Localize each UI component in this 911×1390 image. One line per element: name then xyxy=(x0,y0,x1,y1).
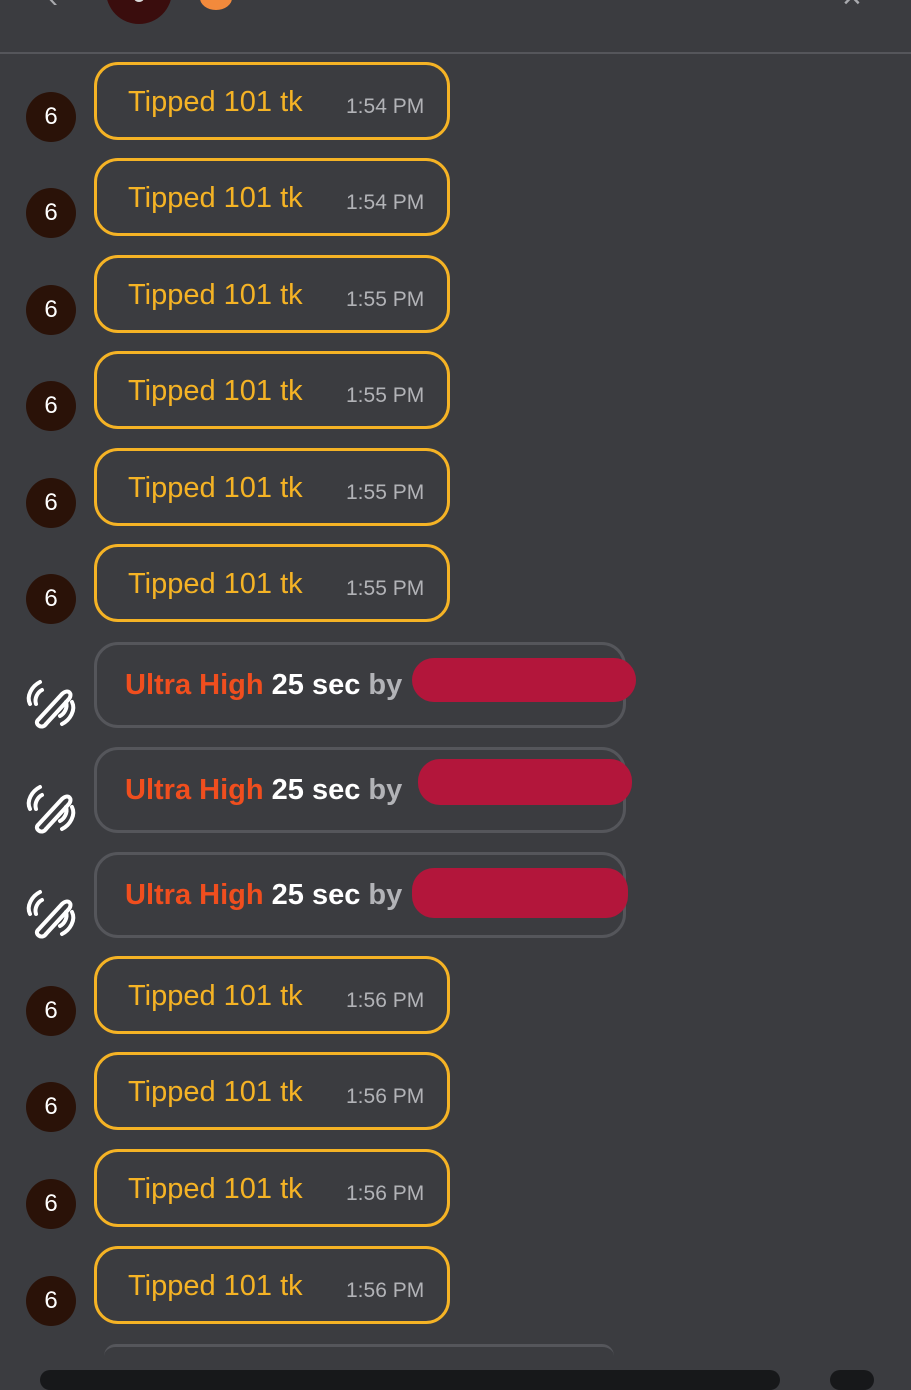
user-level-badge: 6 xyxy=(26,1276,76,1326)
tip-text: Tipped 101 tk xyxy=(128,86,303,118)
vibe-level: Ultra High xyxy=(125,879,264,911)
message-time: 1:54 PM xyxy=(346,191,425,214)
tip-text: Tipped 101 tk xyxy=(128,1173,303,1205)
redaction-mark xyxy=(418,759,632,805)
message-input-bar[interactable] xyxy=(40,1370,780,1390)
close-icon[interactable]: × xyxy=(842,0,862,17)
send-button[interactable] xyxy=(830,1370,874,1390)
vibe-duration: 25 sec xyxy=(271,774,361,806)
user-level-badge: 6 xyxy=(26,574,76,624)
user-level-badge: 6 xyxy=(26,92,76,142)
user-level-badge: 6 xyxy=(26,188,76,238)
user-level-badge: 6 xyxy=(26,381,76,431)
vibe-level: Ultra High xyxy=(125,669,264,701)
vibe-duration: 25 sec xyxy=(271,879,361,911)
partial-message-bubble xyxy=(104,1344,614,1357)
tip-bubble[interactable]: Tipped 101 tk 1:56 PM xyxy=(94,1052,450,1130)
tip-bubble[interactable]: Tipped 101 tk 1:55 PM xyxy=(94,544,450,622)
tip-bubble[interactable]: Tipped 101 tk 1:55 PM xyxy=(94,351,450,429)
message-time: 1:56 PM xyxy=(346,1085,425,1108)
tip-text: Tipped 101 tk xyxy=(128,472,303,504)
vibe-line: Ultra High 25 sec by xyxy=(125,669,402,702)
tip-text: Tipped 101 tk xyxy=(128,1270,303,1302)
message-time: 1:56 PM xyxy=(346,1279,425,1302)
tip-text: Tipped 101 tk xyxy=(128,980,303,1012)
user-level-badge: 6 xyxy=(26,478,76,528)
user-level-badge: 6 xyxy=(26,986,76,1036)
vibration-icon xyxy=(26,890,76,939)
vibe-level: Ultra High xyxy=(125,774,264,806)
tip-text: Tipped 101 tk xyxy=(128,279,303,311)
user-level-badge: 6 xyxy=(26,1179,76,1229)
status-indicator xyxy=(200,0,232,10)
tip-bubble[interactable]: Tipped 101 tk 1:54 PM xyxy=(94,62,450,140)
tip-text: Tipped 101 tk xyxy=(128,568,303,600)
tip-bubble[interactable]: Tipped 101 tk 1:54 PM xyxy=(94,158,450,236)
avatar[interactable] xyxy=(106,0,172,24)
tip-text: Tipped 101 tk xyxy=(128,375,303,407)
tip-bubble[interactable]: Tipped 101 tk 1:56 PM xyxy=(94,956,450,1034)
vibe-duration: 25 sec xyxy=(271,669,361,701)
user-level-badge: 6 xyxy=(26,1082,76,1132)
redaction-mark xyxy=(412,658,636,702)
vibe-by: by xyxy=(368,774,403,806)
tip-bubble[interactable]: Tipped 101 tk 1:56 PM xyxy=(94,1246,450,1324)
redaction-mark xyxy=(412,868,628,918)
tip-text: Tipped 101 tk xyxy=(128,1076,303,1108)
message-time: 1:55 PM xyxy=(346,481,425,504)
chevron-left-icon[interactable]: ‹ xyxy=(48,0,58,13)
tip-text: Tipped 101 tk xyxy=(128,182,303,214)
chat-header: ‹ × xyxy=(0,0,911,54)
tip-bubble[interactable]: Tipped 101 tk 1:56 PM xyxy=(94,1149,450,1227)
vibe-line: Ultra High 25 sec by xyxy=(125,879,402,912)
message-time: 1:56 PM xyxy=(346,1182,425,1205)
vibe-by: by xyxy=(368,669,403,701)
vibration-icon xyxy=(26,680,76,729)
vibe-by: by xyxy=(368,879,403,911)
message-time: 1:56 PM xyxy=(346,989,425,1012)
tip-bubble[interactable]: Tipped 101 tk 1:55 PM xyxy=(94,448,450,526)
user-level-badge: 6 xyxy=(26,285,76,335)
vibe-line: Ultra High 25 sec by xyxy=(125,774,402,807)
tip-bubble[interactable]: Tipped 101 tk 1:55 PM xyxy=(94,255,450,333)
vibration-icon xyxy=(26,785,76,834)
message-time: 1:55 PM xyxy=(346,288,425,311)
message-time: 1:55 PM xyxy=(346,384,425,407)
message-time: 1:54 PM xyxy=(346,95,425,118)
message-time: 1:55 PM xyxy=(346,577,425,600)
